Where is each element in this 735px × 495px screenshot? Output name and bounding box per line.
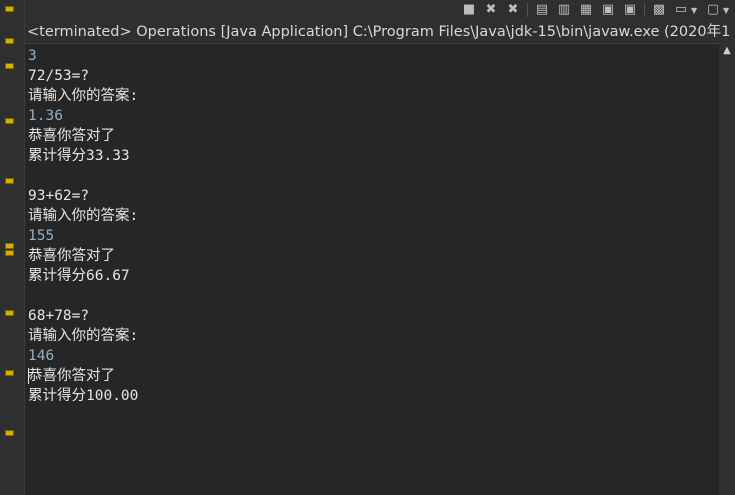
console-output-line: 请输入你的答案:	[28, 208, 139, 224]
bookmark-marker[interactable]	[5, 118, 14, 124]
console-output-line: 累计得分33.33	[28, 148, 130, 164]
toolbar-separator	[527, 3, 528, 17]
bookmark-marker[interactable]	[5, 63, 14, 69]
console-toolbar: ■ ✖ ✖ ▤ ▥ ▦ ▣ ▣ ▩ ▭ ▼ ▢ ▼	[25, 0, 735, 20]
bookmark-marker[interactable]	[5, 6, 14, 12]
show-console-on-stdout-icon[interactable]: ▣	[600, 2, 616, 18]
bookmark-marker[interactable]	[5, 243, 14, 249]
bookmark-marker[interactable]	[5, 370, 14, 376]
bookmark-marker[interactable]	[5, 310, 14, 316]
remove-all-terminated-icon[interactable]: ✖	[505, 2, 521, 18]
console-output-line: 累计得分66.67	[28, 268, 130, 284]
terminate-icon[interactable]: ■	[461, 2, 477, 18]
display-selected-console-icon[interactable]: ▭	[673, 2, 689, 18]
console-window: ■ ✖ ✖ ▤ ▥ ▦ ▣ ▣ ▩ ▭ ▼ ▢ ▼ <terminated> O…	[0, 0, 735, 495]
scroll-lock-icon[interactable]: ▥	[556, 2, 572, 18]
bookmark-marker[interactable]	[5, 430, 14, 436]
text-caret	[28, 368, 29, 384]
word-wrap-icon[interactable]: ▦	[578, 2, 594, 18]
console-output[interactable]: 3 72/53=? 请输入你的答案: 1.36 恭喜你答对了 累计得分33.33 93+62…	[25, 43, 719, 495]
console-output-line: 恭喜你答对了	[28, 248, 115, 264]
console-output-line: 68+78=?	[28, 308, 90, 324]
console-output-line: 93+62=?	[28, 188, 90, 204]
remove-launch-icon[interactable]: ✖	[483, 2, 499, 18]
vertical-scrollbar[interactable]: ▲	[719, 43, 735, 495]
show-console-on-stderr-icon[interactable]: ▣	[622, 2, 638, 18]
bookmark-marker[interactable]	[5, 250, 14, 256]
toolbar-separator	[644, 3, 645, 17]
console-input-line: 3	[28, 48, 37, 64]
chevron-down-icon[interactable]: ▼	[691, 6, 699, 15]
console-output-line: 请输入你的答案:	[28, 328, 139, 344]
left-gutter	[0, 0, 25, 495]
console-title: <terminated> Operations [Java Applicatio…	[25, 21, 735, 43]
open-console-icon[interactable]: ▢	[705, 2, 721, 18]
console-output-line: 请输入你的答案:	[28, 88, 139, 104]
console-input-line: 1.36	[28, 108, 63, 124]
chevron-down-icon[interactable]: ▼	[723, 6, 731, 15]
console-input-line: 146	[28, 348, 55, 364]
bookmark-marker[interactable]	[5, 38, 14, 44]
console-output-line: 恭喜你答对了	[28, 368, 115, 384]
bookmark-marker[interactable]	[5, 178, 14, 184]
pin-console-icon[interactable]: ▩	[651, 2, 667, 18]
console-output-line: 累计得分100.00	[28, 388, 139, 404]
console-input-line: 155	[28, 228, 55, 244]
clear-console-icon[interactable]: ▤	[534, 2, 550, 18]
scroll-up-icon[interactable]: ▲	[719, 43, 735, 59]
console-output-line: 72/53=?	[28, 68, 90, 84]
console-output-line: 恭喜你答对了	[28, 128, 115, 144]
